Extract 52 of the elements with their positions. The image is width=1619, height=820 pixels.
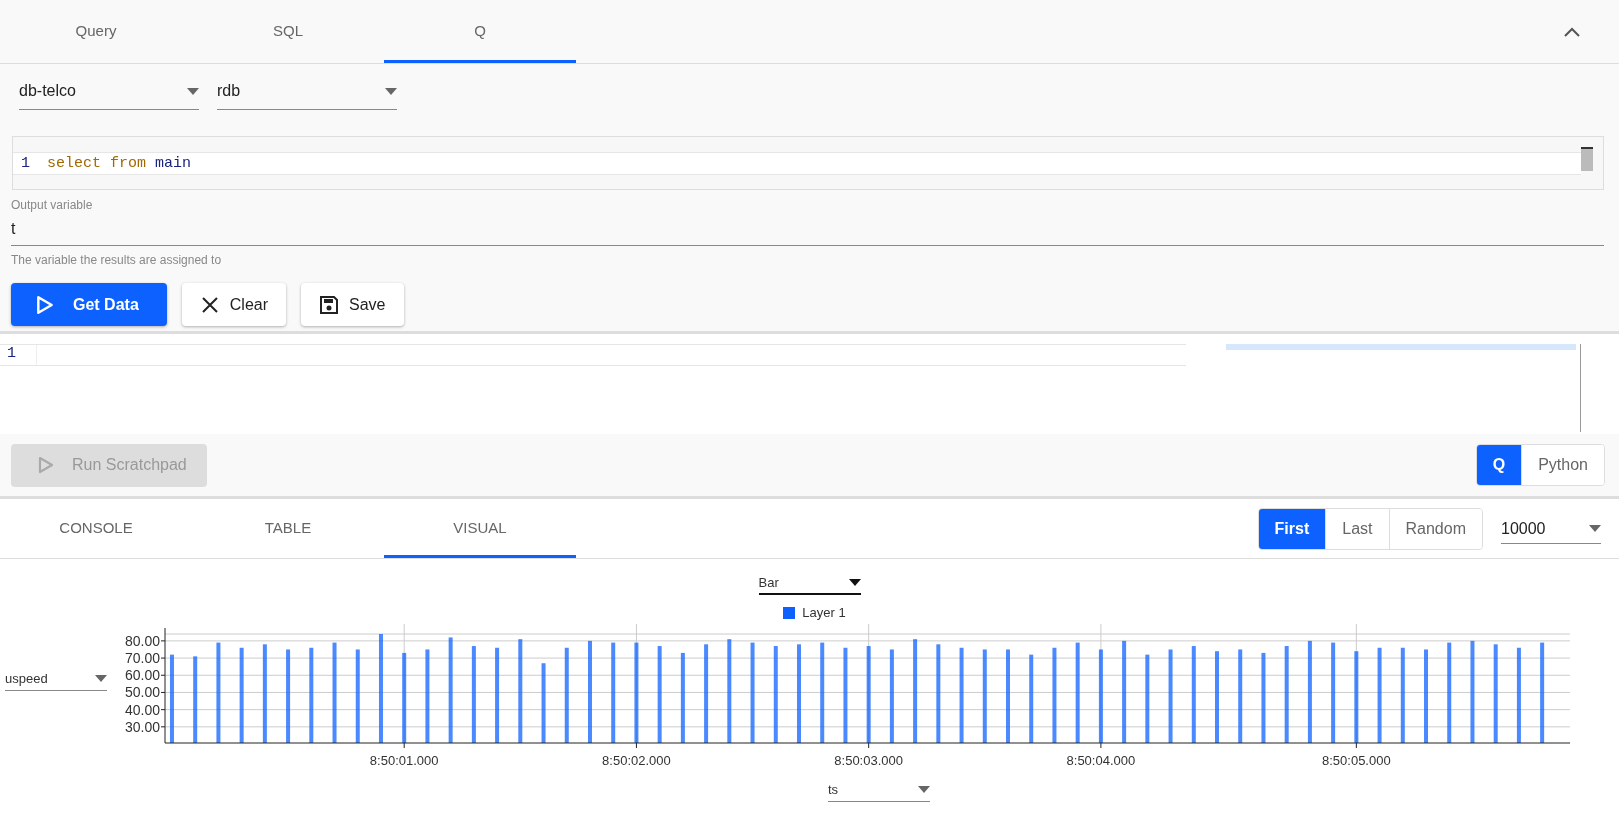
collapse-chevron-icon[interactable] bbox=[1563, 25, 1581, 38]
dropdown-caret-icon bbox=[95, 675, 107, 682]
sampling-toggle[interactable]: First bbox=[1258, 508, 1326, 549]
legend-label: Layer 1 bbox=[802, 605, 846, 620]
code-token: select bbox=[47, 154, 101, 172]
line-number: 1 bbox=[20, 154, 31, 172]
x-tick-label: 8:50:03.000 bbox=[834, 753, 903, 768]
query-tab[interactable]: Query bbox=[0, 0, 192, 63]
language-toggle[interactable]: Q bbox=[1476, 445, 1522, 485]
clear-button[interactable]: Clear bbox=[181, 283, 287, 326]
code-editor[interactable]: 1 select from main bbox=[12, 136, 1604, 190]
x-field-dropdown[interactable]: ts bbox=[828, 782, 930, 802]
dropdown-caret-icon bbox=[187, 87, 199, 95]
line-number: 1 bbox=[0, 345, 37, 365]
y-tick-label: 40.00 bbox=[124, 701, 160, 718]
dropdown-caret-icon bbox=[385, 87, 397, 95]
helper-text: The variable the results are assigned to bbox=[10, 252, 223, 267]
y-tick-label: 30.00 bbox=[124, 718, 160, 735]
play-icon bbox=[35, 294, 55, 315]
result-tab[interactable]: CONSOLE bbox=[0, 499, 192, 558]
chart-type-dropdown[interactable]: Bar bbox=[758, 575, 861, 595]
result-tab[interactable]: VISUAL bbox=[384, 499, 576, 558]
code-token: main bbox=[155, 154, 192, 172]
x-tick-label: 8:50:04.000 bbox=[1066, 753, 1136, 768]
row-limit-dropdown[interactable]: 10000 bbox=[1501, 513, 1601, 544]
get-data-button[interactable]: Get Data bbox=[11, 283, 167, 326]
sampling-toggle[interactable]: Random bbox=[1388, 508, 1482, 549]
dropdown-caret-icon bbox=[1589, 525, 1601, 532]
query-tab[interactable]: Q bbox=[384, 0, 576, 63]
y-field-dropdown[interactable]: uspeed bbox=[5, 669, 107, 691]
code-token: from bbox=[110, 154, 147, 172]
x-tick-label: 8:50:02.000 bbox=[602, 753, 671, 768]
dropdown-caret-icon bbox=[918, 786, 930, 793]
save-icon bbox=[319, 294, 340, 315]
y-tick-label: 80.00 bbox=[124, 632, 160, 649]
x-tick-label: 8:50:05.000 bbox=[1322, 753, 1391, 768]
y-tick-label: 50.00 bbox=[124, 684, 160, 701]
save-button[interactable]: Save bbox=[301, 283, 404, 326]
query-tab[interactable]: SQL bbox=[192, 0, 384, 63]
dropdown-caret-icon bbox=[848, 579, 861, 586]
output-variable-field[interactable]: t bbox=[11, 212, 1604, 246]
dropdown[interactable]: rdb bbox=[217, 79, 397, 110]
y-tick-label: 60.00 bbox=[124, 667, 160, 684]
play-icon bbox=[38, 456, 54, 474]
field-label: Output variable bbox=[10, 197, 94, 212]
close-icon bbox=[199, 294, 220, 315]
dropdown[interactable]: db-telco bbox=[19, 79, 199, 110]
result-tab[interactable]: TABLE bbox=[192, 499, 384, 558]
scrollbar-thumb[interactable] bbox=[1581, 147, 1593, 171]
language-toggle[interactable]: Python bbox=[1521, 445, 1604, 485]
y-tick-label: 70.00 bbox=[124, 650, 160, 667]
x-tick-label: 8:50:01.000 bbox=[369, 753, 439, 768]
